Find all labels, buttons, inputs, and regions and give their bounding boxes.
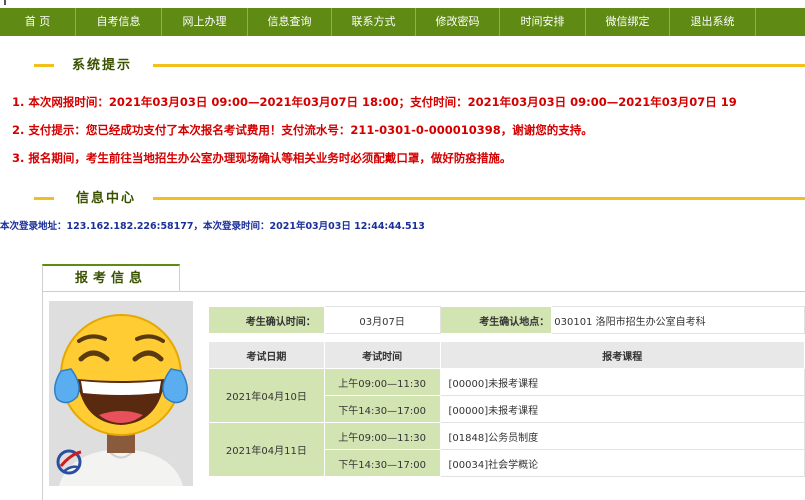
nav-home[interactable]: 首 页 <box>0 8 76 36</box>
notice-item: 2. 支付提示：您已经成功支付了本次报名考试费用！支付流水号：211-0301-… <box>12 123 593 137</box>
nav-info-query[interactable]: 信息查询 <box>248 8 332 36</box>
main-nav: 首 页 自考信息 网上办理 信息查询 联系方式 修改密码 时间安排 微信绑定 退… <box>0 8 805 36</box>
header-bar-left <box>34 197 54 200</box>
exam-date-cell: 2021年04月10日 <box>208 368 325 423</box>
header-bar-right <box>153 64 805 67</box>
nav-logout[interactable]: 退出系统 <box>670 8 756 36</box>
notice-item: 1. 本次网报时间：2021年03月03日 09:00—2021年03月07日 … <box>12 95 737 109</box>
header-bar-right <box>153 197 805 200</box>
confirm-time-label: 考生确认时间： <box>208 306 325 334</box>
registration-table: 考生确认时间： 03月07日 考生确认地点： 030101 洛阳市招生办公室自考… <box>208 306 805 477</box>
system-notice-title: 系统提示 <box>72 58 133 73</box>
exam-time-cell: 下午14:30—17:00 <box>323 395 441 423</box>
exam-time-cell: 上午09:00—11:30 <box>323 368 441 396</box>
nav-exam-info[interactable]: 自考信息 <box>76 8 162 36</box>
header-exam-time: 考试时间 <box>323 341 441 369</box>
nav-change-password[interactable]: 修改密码 <box>416 8 500 36</box>
tab-registration-info[interactable]: 报考信息 <box>42 264 180 292</box>
confirm-time-value: 03月07日 <box>323 306 441 334</box>
candidate-photo <box>49 301 193 486</box>
course-cell: [00000]未报考课程 <box>439 395 805 423</box>
nav-schedule[interactable]: 时间安排 <box>500 8 586 36</box>
nav-contact[interactable]: 联系方式 <box>332 8 416 36</box>
top-marker <box>4 0 6 5</box>
spacer-row <box>209 334 805 342</box>
login-info: 本次登录地址：123.162.182.226:58177，本次登录时间：2021… <box>0 221 425 232</box>
header-bar-left <box>34 64 54 67</box>
exam-time-cell: 下午14:30—17:00 <box>323 449 441 477</box>
notice-item: 3. 报名期间，考生前往当地招生办公室办理现场确认等相关业务时必须配戴口罩，做好… <box>12 151 512 165</box>
header-course: 报考课程 <box>439 341 805 369</box>
system-notice-header: 系统提示 <box>0 56 805 76</box>
info-center-title: 信息中心 <box>76 191 137 206</box>
top-strip <box>0 0 805 8</box>
course-cell: [00000]未报考课程 <box>439 368 805 396</box>
nav-online-service[interactable]: 网上办理 <box>162 8 248 36</box>
confirm-place-value: 030101 洛阳市招生办公室自考科 <box>551 306 805 334</box>
info-center-header: 信息中心 <box>0 189 805 209</box>
header-exam-date: 考试日期 <box>208 341 325 369</box>
laughing-face-icon <box>49 301 193 486</box>
course-cell: [01848]公务员制度 <box>439 422 805 450</box>
exam-date-cell: 2021年04月11日 <box>208 422 325 477</box>
course-cell: [00034]社会学概论 <box>439 449 805 477</box>
exam-time-cell: 上午09:00—11:30 <box>323 422 441 450</box>
nav-more <box>756 8 805 36</box>
nav-wechat-bind[interactable]: 微信绑定 <box>586 8 670 36</box>
confirm-place-label: 考生确认地点： <box>439 306 553 334</box>
